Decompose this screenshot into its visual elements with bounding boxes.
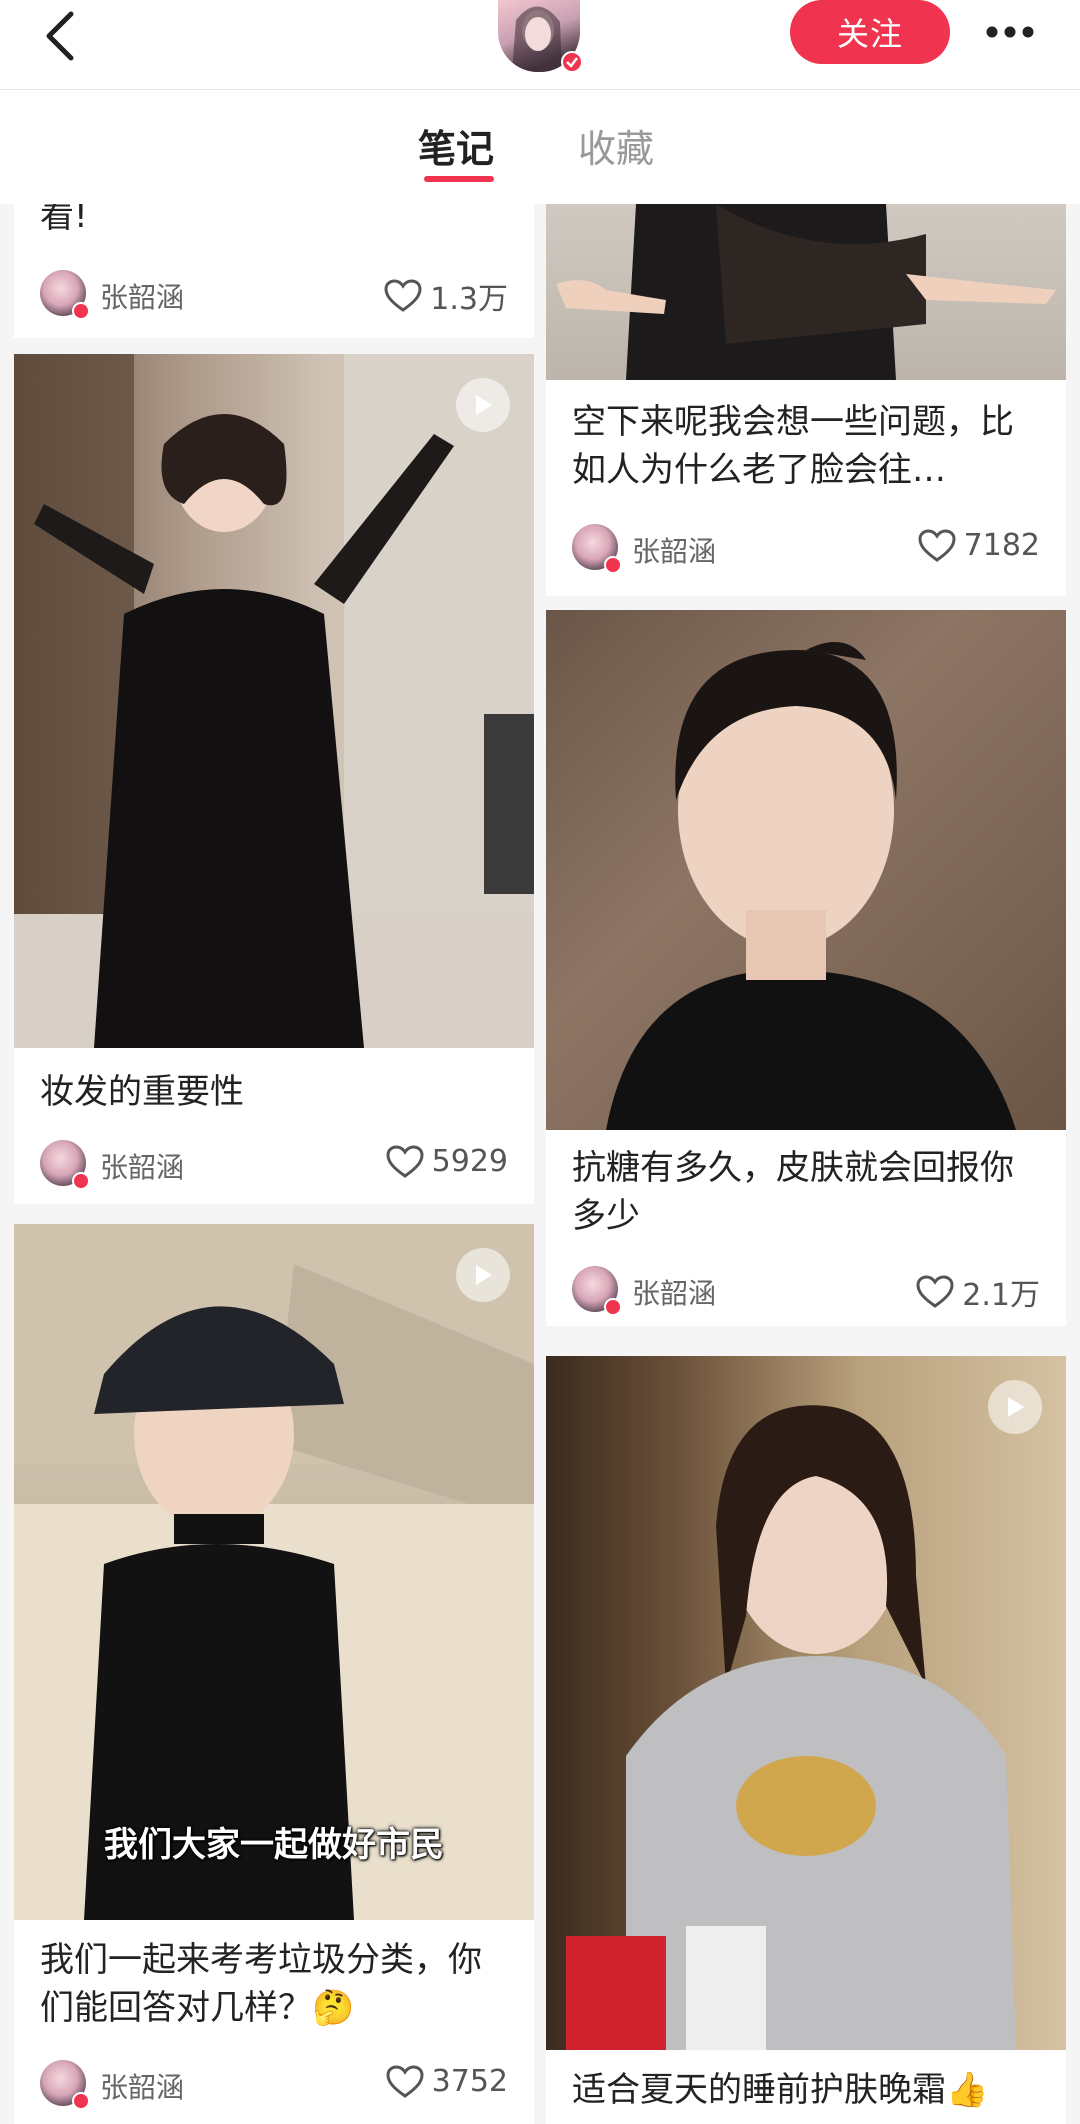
note-title: 空下来呢我会想一些问题，比如人为什么老了脸会往… [572, 402, 1014, 490]
top-bar: 关注 [0, 0, 1080, 90]
heart-outline-icon [386, 1144, 424, 1178]
chevron-left-icon [46, 11, 74, 61]
note-cover-image [546, 1356, 1066, 2050]
follow-button[interactable]: 关注 [790, 0, 950, 64]
note-meta: 张韶涵 5929 [40, 1140, 508, 1190]
note-card[interactable]: 适合夏天的睡前护肤晚霜👍 [546, 1356, 1066, 2124]
verified-badge-icon [604, 1298, 622, 1316]
note-meta: 张韶涵 3752 [40, 2060, 508, 2110]
tab-favorites[interactable]: 收藏 [578, 118, 654, 173]
note-title: 抗糖有多久，皮肤就会回报你多少 [572, 1148, 1014, 1236]
verified-badge-icon [604, 556, 622, 574]
note-meta: 张韶涵 2.1万 [572, 1266, 1040, 1316]
note-cover-image [14, 354, 534, 1048]
author-name[interactable]: 张韶涵 [100, 276, 184, 316]
note-title: 妆发的重要性 [40, 1072, 244, 1112]
note-card[interactable]: 抗糖有多久，皮肤就会回报你多少 张韶涵 2.1万 [546, 610, 1066, 1326]
note-cover-image: 我们大家一起做好市民 [14, 1224, 534, 1920]
like-count: 3752 [431, 2064, 508, 2099]
author-name[interactable]: 张韶涵 [100, 2066, 184, 2106]
author-avatar[interactable] [572, 524, 622, 574]
author-avatar[interactable] [572, 1266, 622, 1316]
video-play-button[interactable] [456, 378, 510, 432]
heart-outline-icon [384, 279, 422, 312]
like-count: 7182 [963, 528, 1040, 563]
video-play-button[interactable] [988, 1380, 1042, 1434]
author-name[interactable]: 张韶涵 [100, 1146, 184, 1186]
author-avatar[interactable] [40, 1140, 90, 1190]
like-count: 1.3万 [430, 282, 508, 317]
play-icon [476, 1265, 492, 1285]
more-dots-icon [986, 26, 1034, 38]
note-title: 适合夏天的睡前护肤晚霜👍 [572, 2070, 989, 2110]
author-name[interactable]: 张韶涵 [632, 530, 716, 570]
note-card[interactable]: 我们大家一起做好市民 我们一起来考考垃圾分类，你们能回答对几样？🤔 张韶涵 37… [14, 1224, 534, 2124]
note-card[interactable]: 看! 张韶涵 1.3万 [14, 204, 534, 338]
notes-feed[interactable]: 看! 张韶涵 1.3万 空下来呢我会想一些问题，比如人为什么老了脸会往… 张韶涵 [0, 204, 1080, 2124]
verified-badge-icon [72, 302, 90, 320]
like-button[interactable]: 7182 [918, 528, 1040, 563]
back-button[interactable] [30, 6, 90, 66]
note-cover-image [546, 204, 1066, 380]
like-button[interactable]: 1.3万 [384, 274, 508, 318]
note-card[interactable]: 妆发的重要性 张韶涵 5929 [14, 354, 534, 1204]
tab-bar: 笔记 收藏 [0, 90, 1080, 204]
like-count: 5929 [431, 1144, 508, 1179]
play-icon [1008, 1397, 1024, 1417]
tab-notes[interactable]: 笔记 [418, 118, 494, 173]
author-avatar[interactable] [40, 2060, 90, 2110]
verified-badge-icon [72, 1172, 90, 1190]
note-meta: 张韶涵 7182 [572, 524, 1040, 574]
video-caption: 我们大家一起做好市民 [104, 1825, 444, 1865]
note-cover-image [546, 610, 1066, 1130]
note-title: 我们一起来考考垃圾分类，你们能回答对几样？🤔 [40, 1940, 482, 2028]
heart-outline-icon [386, 2064, 424, 2098]
like-button[interactable]: 5929 [386, 1144, 508, 1179]
like-button[interactable]: 3752 [386, 2064, 508, 2099]
like-count: 2.1万 [962, 1278, 1040, 1313]
verified-badge-icon [72, 2092, 90, 2110]
note-meta: 张韶涵 1.3万 [40, 270, 508, 320]
heart-outline-icon [918, 528, 956, 562]
play-icon [476, 395, 492, 415]
heart-outline-icon [916, 1275, 954, 1308]
video-play-button[interactable] [456, 1248, 510, 1302]
note-card[interactable]: 空下来呢我会想一些问题，比如人为什么老了脸会往… 张韶涵 7182 [546, 204, 1066, 596]
author-avatar[interactable] [40, 270, 90, 320]
note-title: 看! [40, 204, 88, 236]
verified-badge-icon [561, 51, 583, 73]
active-tab-indicator [424, 176, 494, 182]
author-name[interactable]: 张韶涵 [632, 1272, 716, 1312]
more-button[interactable] [980, 14, 1040, 50]
like-button[interactable]: 2.1万 [916, 1270, 1040, 1314]
profile-avatar[interactable] [498, 0, 590, 76]
